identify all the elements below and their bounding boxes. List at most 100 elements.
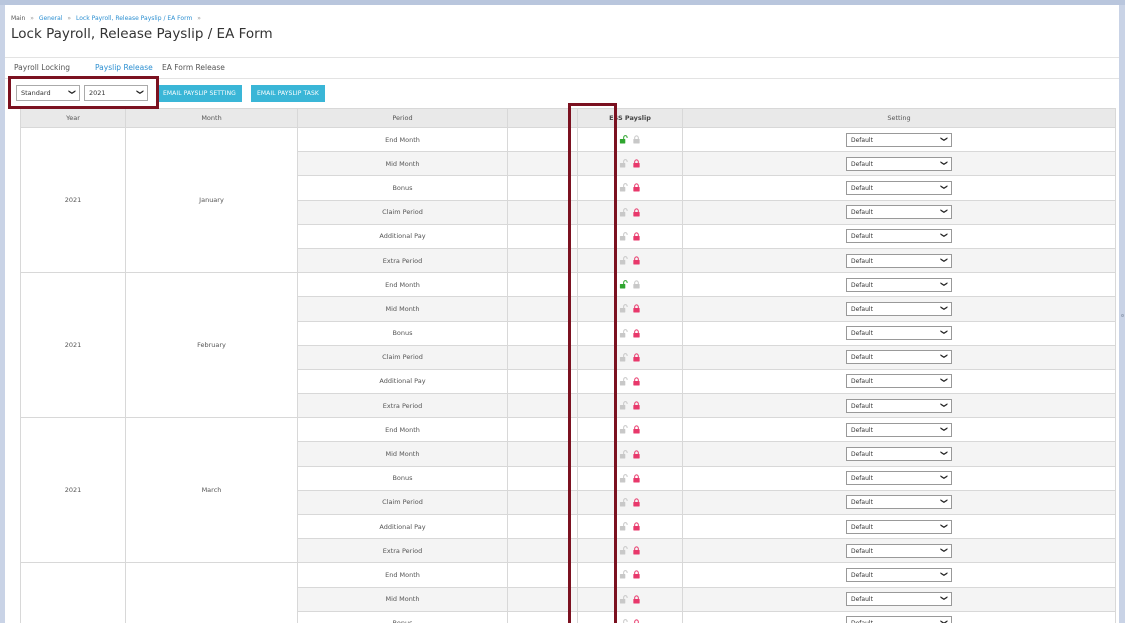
month-cell: January (125, 126, 298, 274)
lock-icon[interactable] (630, 353, 643, 362)
payslip-release-table: Year Month Period ESS Payslip Setting 20… (20, 108, 1116, 623)
chevron-down-icon: ❯ (940, 498, 949, 505)
tab-ea-form-release[interactable]: EA Form Release (162, 63, 225, 72)
email-payslip-task-button[interactable]: EMAIL PAYSLIP TASK (251, 85, 325, 102)
blank-cell (507, 272, 578, 298)
lock-icon[interactable] (630, 546, 643, 555)
unlock-icon[interactable] (617, 159, 630, 168)
year-cell: 2021 (20, 126, 126, 274)
unlock-icon[interactable] (617, 377, 630, 386)
setting-select[interactable]: Default❯ (846, 543, 952, 558)
type-select[interactable]: Standard ❯ (16, 85, 80, 101)
unlock-icon[interactable] (617, 498, 630, 507)
tab-payslip-release[interactable]: Payslip Release (95, 63, 153, 72)
lock-icon[interactable] (630, 449, 643, 459)
breadcrumb-separator: » (67, 15, 72, 22)
lock-icon[interactable] (630, 401, 643, 410)
unlock-icon[interactable] (617, 280, 630, 289)
lock-icon[interactable] (630, 595, 643, 604)
unlock-icon[interactable] (617, 425, 630, 434)
setting-cell: Default ❯ (682, 538, 1116, 564)
lock-icon[interactable] (630, 474, 643, 483)
lock-icon[interactable] (630, 135, 643, 144)
unlock-icon[interactable] (617, 570, 630, 580)
setting-cell: Default ❯ (682, 151, 1116, 177)
lock-icon[interactable] (630, 570, 643, 580)
ess-payslip-cell (577, 393, 683, 419)
setting-select[interactable]: Default❯ (846, 301, 952, 316)
unlock-icon[interactable] (617, 522, 630, 531)
lock-icon[interactable] (630, 208, 643, 217)
unlock-icon[interactable] (617, 352, 630, 362)
unlock-icon[interactable] (617, 473, 630, 483)
unlock-icon[interactable] (617, 256, 630, 265)
setting-select[interactable]: Default❯ (846, 471, 952, 486)
email-payslip-setting-button[interactable]: EMAIL PAYSLIP SETTING (157, 85, 242, 102)
setting-select[interactable]: Default❯ (846, 350, 952, 365)
setting-select[interactable]: Default❯ (846, 567, 952, 582)
setting-select[interactable]: Default❯ (846, 229, 952, 244)
setting-select[interactable]: Default❯ (846, 495, 952, 510)
lock-icon[interactable] (630, 619, 643, 623)
setting-select[interactable]: Default❯ (846, 205, 952, 220)
setting-select-value: Default (851, 523, 873, 531)
setting-select[interactable]: Default❯ (846, 447, 952, 462)
setting-select[interactable]: Default❯ (846, 326, 952, 341)
period-cell: Mid Month (297, 296, 508, 322)
lock-icon[interactable] (630, 256, 643, 265)
unlock-icon[interactable] (617, 135, 630, 144)
setting-select[interactable]: Default❯ (846, 277, 952, 292)
unlock-icon[interactable] (617, 449, 630, 459)
lock-icon[interactable] (630, 280, 643, 289)
blank-cell (507, 344, 578, 370)
lock-icon[interactable] (630, 304, 643, 313)
unlock-icon[interactable] (617, 183, 630, 193)
setting-select[interactable]: Default❯ (846, 132, 952, 147)
blank-cell (507, 441, 578, 467)
page-title: Lock Payroll, Release Payslip / EA Form (11, 26, 273, 42)
lock-icon[interactable] (630, 183, 643, 193)
lock-icon[interactable] (630, 159, 643, 168)
ess-payslip-cell (577, 175, 683, 201)
lock-icon[interactable] (630, 425, 643, 434)
blank-cell (507, 417, 578, 443)
chevron-down-icon: ❯ (940, 353, 949, 360)
unlock-icon[interactable] (617, 328, 630, 338)
unlock-icon[interactable] (617, 594, 630, 604)
unlock-icon[interactable] (617, 401, 630, 410)
blank-cell (507, 126, 578, 153)
year-select[interactable]: 2021 ❯ (84, 85, 148, 101)
lock-icon[interactable] (630, 232, 643, 241)
setting-select[interactable]: Default❯ (846, 253, 952, 268)
ess-payslip-cell (577, 538, 683, 564)
lock-icon[interactable] (630, 522, 643, 531)
ess-payslip-cell (577, 368, 683, 395)
setting-select[interactable]: Default❯ (846, 156, 952, 171)
setting-cell: Default ❯ (682, 126, 1116, 153)
period-cell: Mid Month (297, 586, 508, 612)
setting-select[interactable]: Default❯ (846, 398, 952, 413)
resize-handle[interactable] (1121, 314, 1124, 317)
tab-payroll-locking[interactable]: Payroll Locking (14, 63, 70, 72)
breadcrumb-current[interactable]: Lock Payroll, Release Payslip / EA Form (76, 15, 192, 22)
setting-select[interactable]: Default❯ (846, 592, 952, 607)
breadcrumb-main[interactable]: Main (11, 15, 25, 22)
setting-select[interactable]: Default❯ (846, 616, 952, 623)
unlock-icon[interactable] (617, 546, 630, 555)
setting-select[interactable]: Default❯ (846, 519, 952, 534)
setting-select[interactable]: Default❯ (846, 374, 952, 389)
lock-icon[interactable] (630, 329, 643, 338)
setting-select[interactable]: Default❯ (846, 422, 952, 437)
unlock-icon[interactable] (617, 207, 630, 217)
setting-cell: Default ❯ (682, 247, 1116, 274)
table-row: 2021 February End Month Default ❯ (20, 272, 1116, 419)
period-cell: Extra Period (297, 393, 508, 419)
unlock-icon[interactable] (617, 619, 630, 623)
lock-icon[interactable] (630, 377, 643, 386)
setting-select[interactable]: Default❯ (846, 180, 952, 195)
breadcrumb-general[interactable]: General (39, 15, 63, 22)
unlock-icon[interactable] (617, 232, 630, 241)
lock-icon[interactable] (630, 498, 643, 507)
period-cell: Additional Pay (297, 223, 508, 249)
unlock-icon[interactable] (617, 304, 630, 313)
